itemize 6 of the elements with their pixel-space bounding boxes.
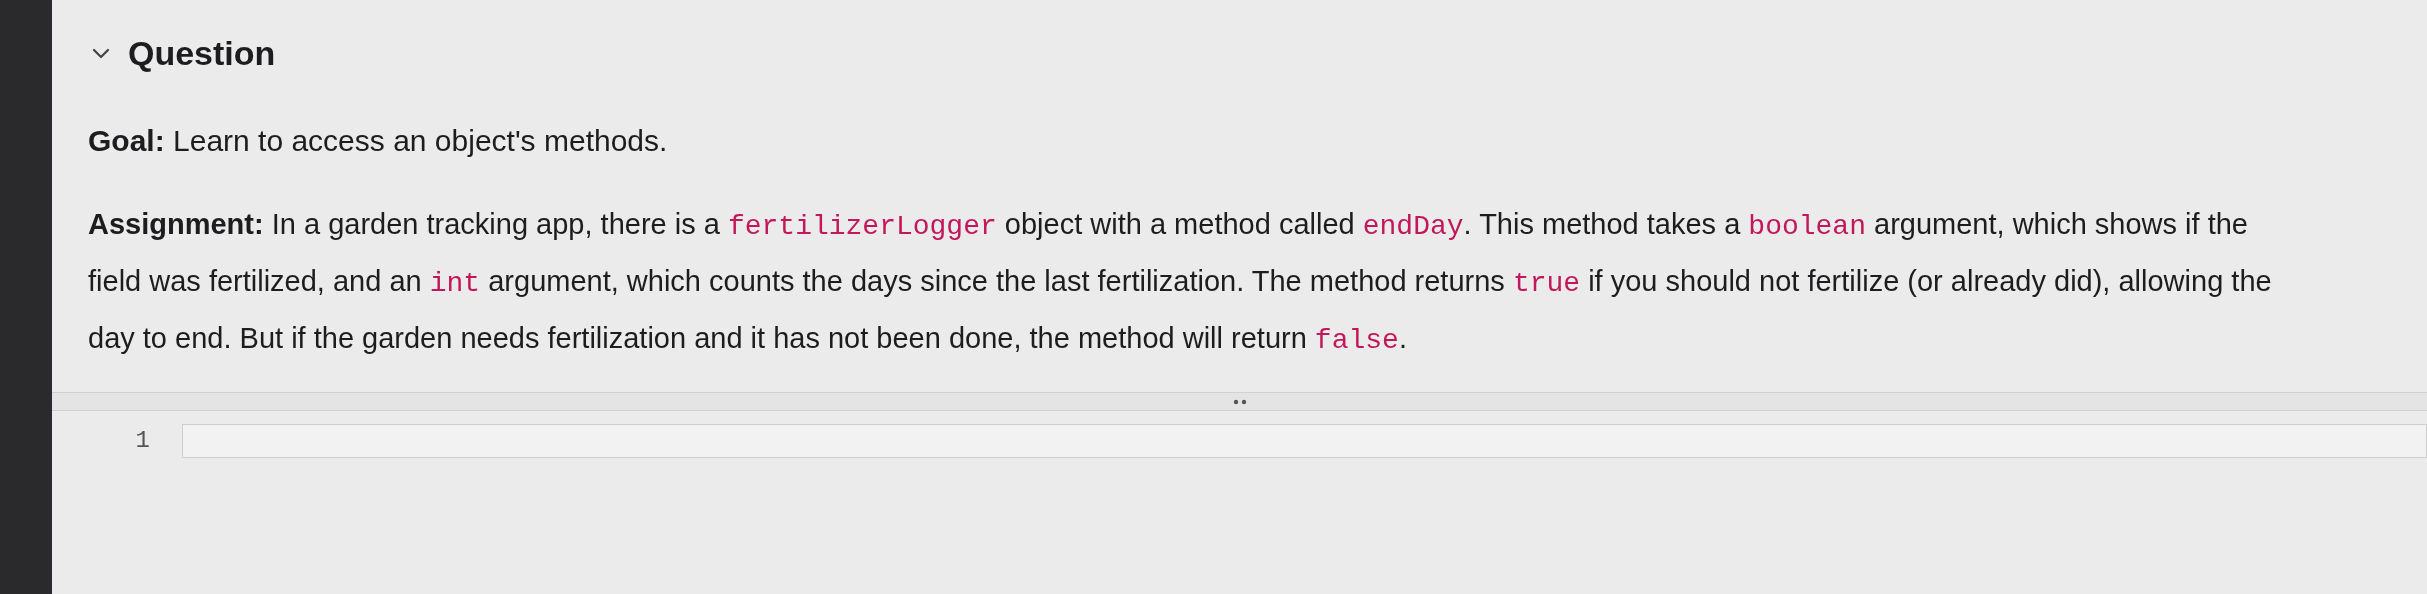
- goal-text: Goal: Learn to access an object's methods.: [87, 123, 669, 159]
- line-number: 1: [134, 426, 151, 456]
- section-title[interactable]: Question: [128, 28, 276, 79]
- resize-handle-icon[interactable]: [1232, 398, 1247, 405]
- code-input-field[interactable]: [182, 424, 2427, 458]
- assignment-paragraph: Assignment: In a garden tracking app, there is a fertilizerLogger object with a method called endDay. This method takes a boolean argument, which shows if the field was fertilized, and an int argument, which counts the days since the last fertilization. The method returns true if you should not fertilize (or already did), allowing the day to end. But if the garden needs fertilization and it has not been done, the method will return false.: [87, 207, 2273, 358]
